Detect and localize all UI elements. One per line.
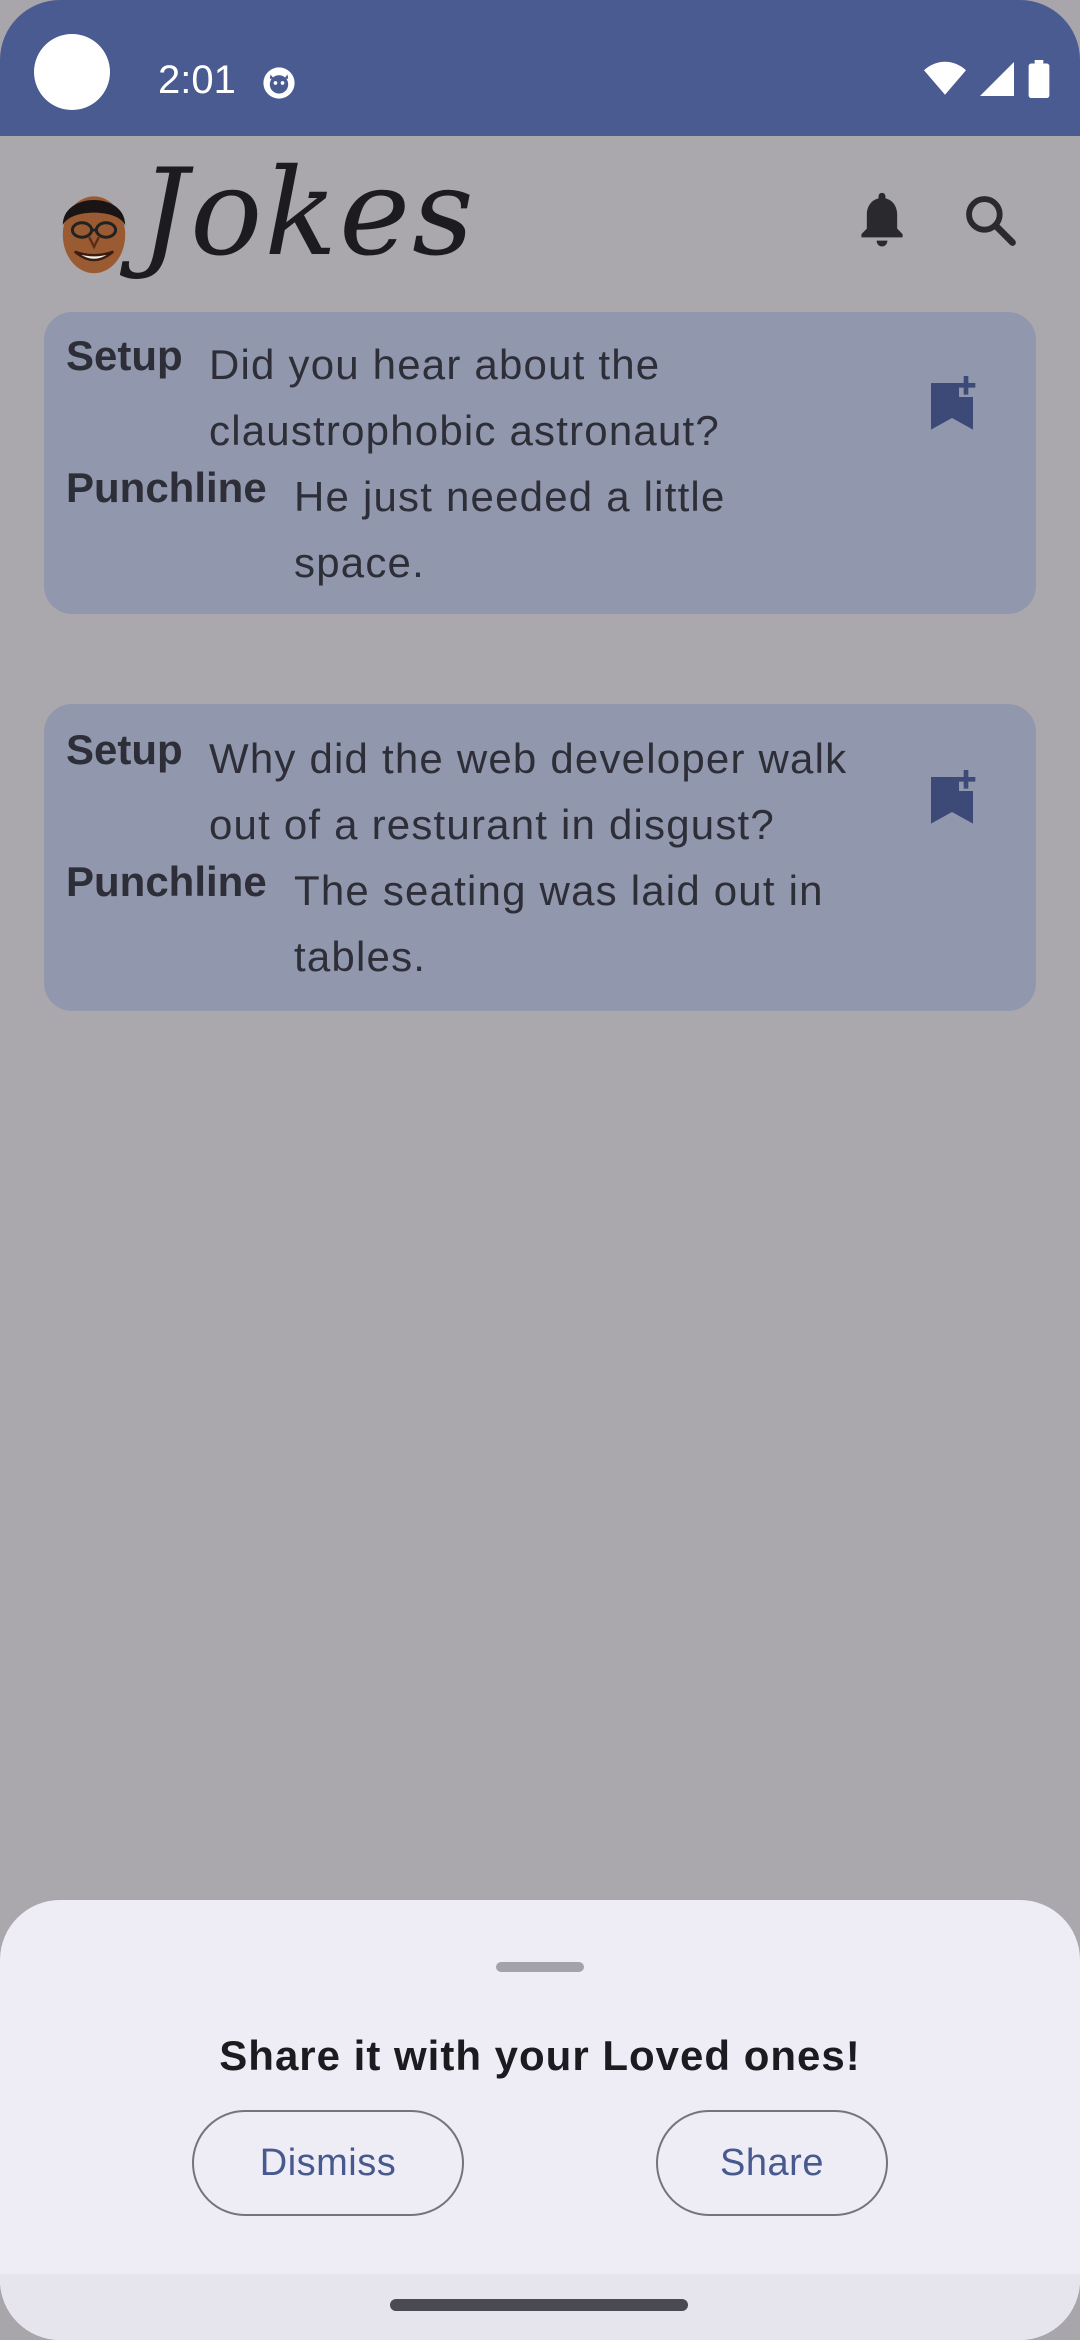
joke-card[interactable]: Setup Did you hear about the claustropho… (44, 312, 1036, 614)
signal-icon (980, 62, 1014, 96)
setup-text: Why did the web developer walk out of a … (209, 735, 848, 848)
share-button[interactable]: Share (656, 2110, 888, 2216)
status-icons (924, 60, 1050, 98)
punchline-label: Punchline (66, 464, 267, 511)
dismiss-button[interactable]: Dismiss (192, 2110, 464, 2216)
joke-card[interactable]: Setup Why did the web developer walk out… (44, 704, 1036, 1011)
search-icon (966, 196, 1016, 246)
battery-icon (1028, 60, 1050, 98)
screen: 2:01 Jokes Setup Did you hear about the … (0, 0, 1080, 2340)
sheet-title: Share it with your Loved ones! (219, 2032, 861, 2079)
app-logo-avatar (62, 196, 126, 274)
bookmark-button[interactable] (914, 760, 990, 836)
camera-cutout (34, 34, 110, 110)
punchline-label: Punchline (66, 858, 267, 905)
setup-text: Did you hear about the claustrophobic as… (209, 341, 720, 454)
bell-icon (861, 192, 903, 247)
setup-label: Setup (66, 726, 183, 773)
bookmark-add-icon (931, 376, 976, 430)
notifications-button[interactable] (842, 180, 922, 260)
app-notification-icon (263, 67, 295, 99)
bookmark-button[interactable] (914, 366, 990, 442)
home-indicator[interactable] (390, 2299, 688, 2311)
punchline-text: The seating was laid out in tables. (294, 867, 824, 980)
bookmark-add-icon (931, 770, 976, 824)
search-button[interactable] (950, 180, 1030, 260)
status-bar: 2:01 (0, 0, 1080, 136)
top-app-bar: Jokes (0, 136, 1080, 306)
wifi-icon (924, 61, 966, 95)
app-title: Jokes (140, 144, 476, 283)
punchline-text: He just needed a little space. (294, 473, 726, 586)
setup-label: Setup (66, 332, 183, 379)
drag-handle[interactable] (496, 1962, 584, 1972)
status-time: 2:01 (158, 58, 236, 102)
